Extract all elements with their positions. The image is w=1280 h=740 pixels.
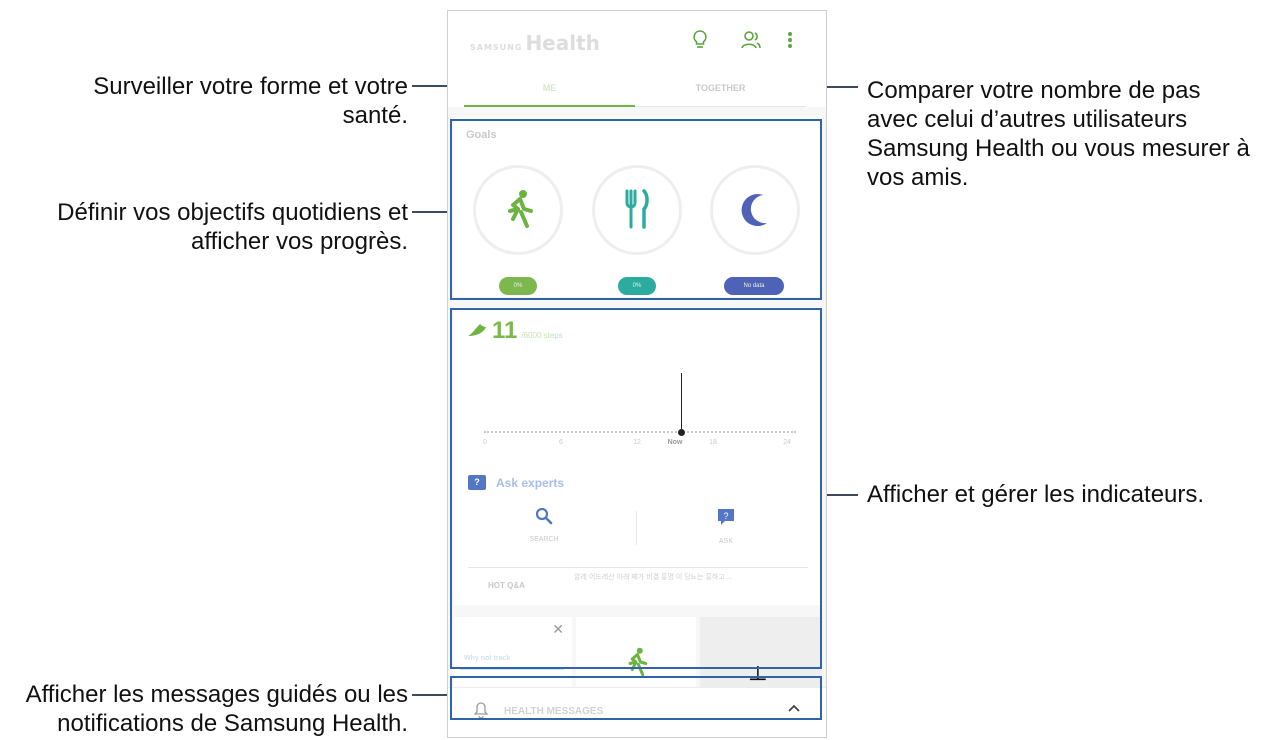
- tab-me[interactable]: ME: [464, 79, 635, 107]
- goals-highlight-frame: [450, 119, 822, 300]
- callout-goals: Définir vos objectifs quotidiens et affi…: [57, 199, 408, 255]
- callout-line: [412, 211, 451, 213]
- lightbulb-icon[interactable]: [692, 29, 708, 57]
- callout-line: [412, 85, 448, 87]
- more-icon[interactable]: [786, 29, 794, 57]
- trackers-highlight-frame: [450, 308, 822, 669]
- callout-together: Comparer votre nombre de pas avec celui …: [867, 77, 1250, 191]
- tab-bar: ME TOGETHER: [464, 79, 806, 108]
- people-icon[interactable]: [740, 29, 762, 57]
- app-header: SAMSUNG Health ME TOGETHER: [448, 11, 826, 108]
- messages-highlight-frame: [450, 676, 822, 720]
- callout-monitor-health: Surveiller votre forme et votre santé.: [93, 73, 408, 129]
- samsung-health-logo: SAMSUNG Health: [470, 31, 600, 55]
- callout-trackers: Afficher et gérer les indicateurs.: [867, 481, 1205, 508]
- callout-messages: Afficher les messages guidés ou les noti…: [25, 681, 408, 737]
- callout-line: [412, 694, 451, 696]
- tab-together[interactable]: TOGETHER: [635, 79, 806, 107]
